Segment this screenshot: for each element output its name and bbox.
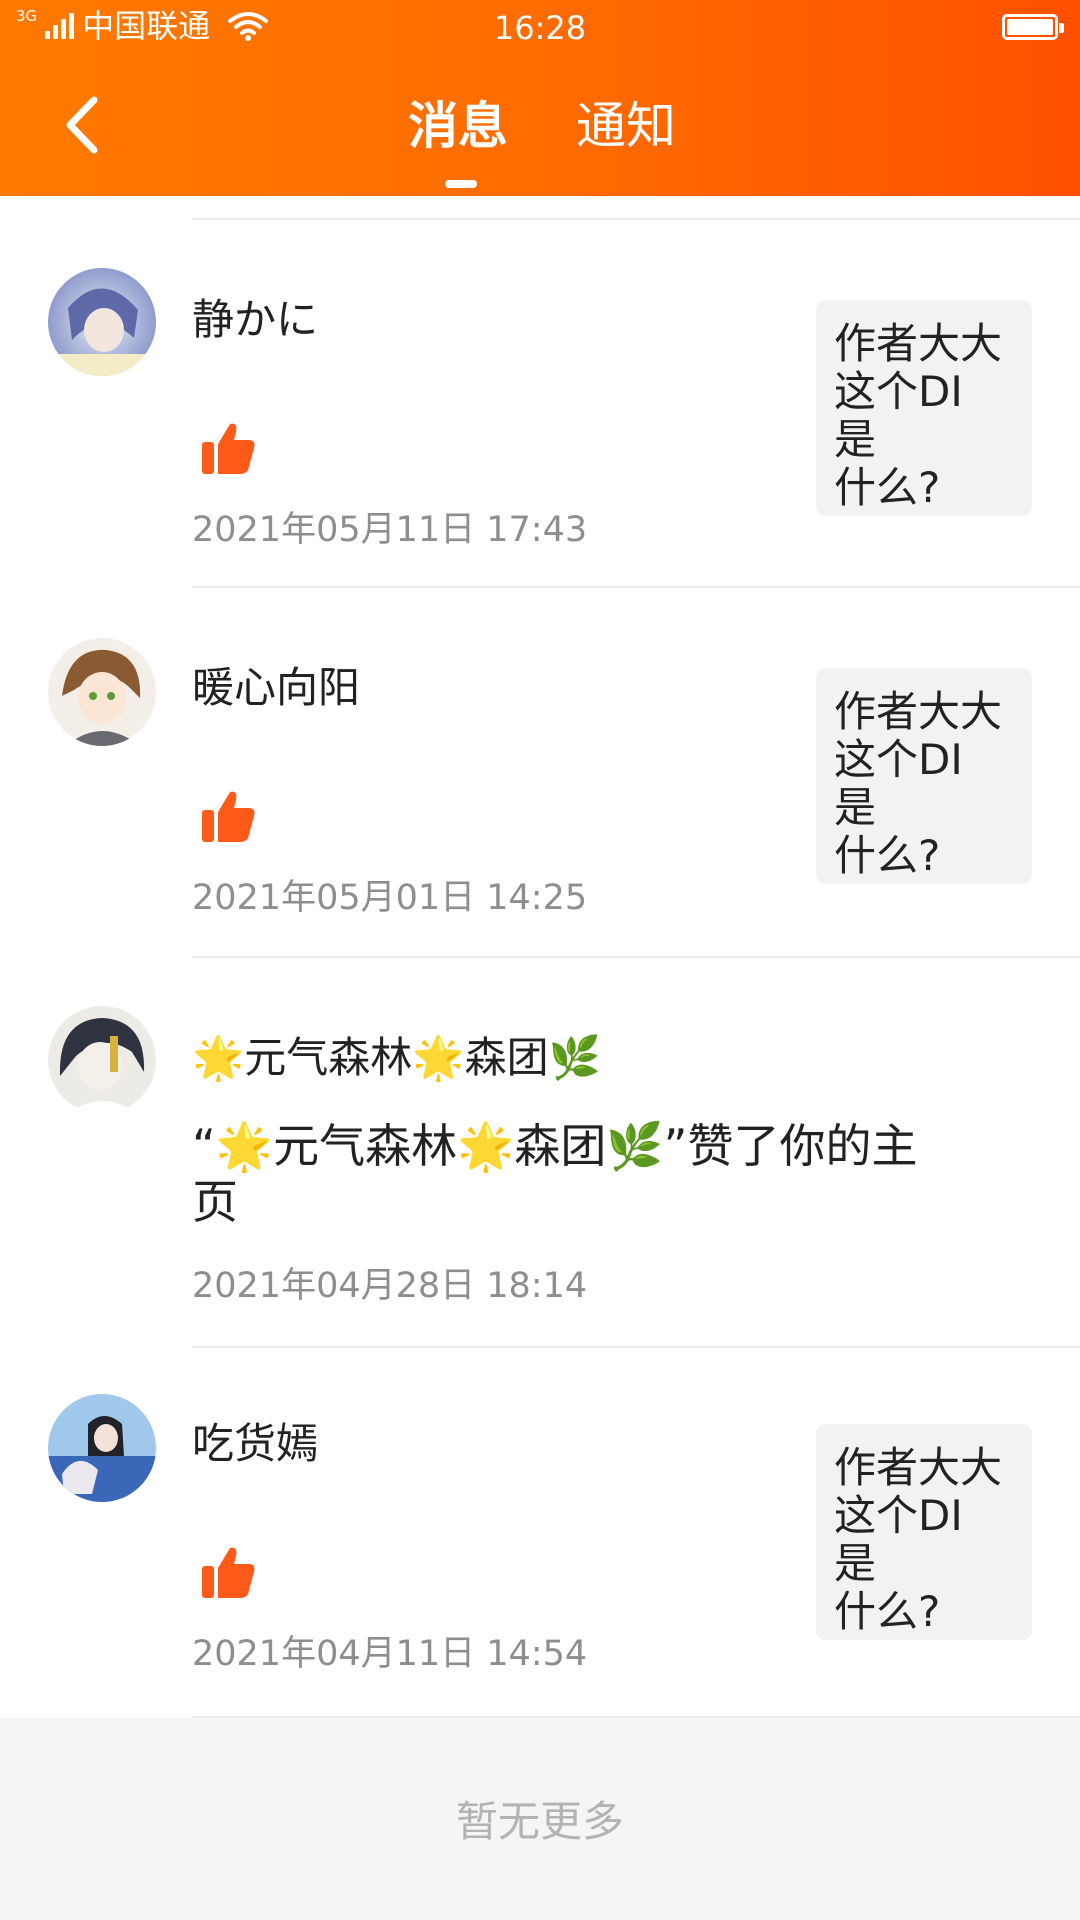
list-footer: 暂无更多 xyxy=(0,1718,1080,1920)
list-item[interactable]: 暖心向阳 2021年05月01日 14:25 作者大大 这个DI 是 什么? xyxy=(0,588,1080,958)
back-button[interactable] xyxy=(52,92,112,158)
quoted-content[interactable]: 作者大大 这个DI 是 什么? xyxy=(816,1424,1032,1640)
username: 🌟元气森林🌟森团🌿 xyxy=(192,1033,601,1082)
list-item[interactable]: 静かに 2021年05月11日 17:43 作者大大 这个DI 是 什么? xyxy=(0,196,1080,588)
thumbs-up-icon xyxy=(202,1547,255,1598)
quoted-content[interactable]: 作者大大 这个DI 是 什么? xyxy=(816,300,1032,516)
avatar-image xyxy=(48,1006,156,1114)
avatar[interactable] xyxy=(48,1394,156,1502)
username: 暖心向阳 xyxy=(192,663,361,712)
username: 吃货嫣 xyxy=(192,1419,319,1468)
battery-icon xyxy=(1002,14,1064,40)
quoted-text: 作者大大 这个DI 是 什么? xyxy=(834,687,1003,880)
tab-messages[interactable]: 消息 xyxy=(408,94,508,158)
timestamp: 2021年05月11日 17:43 xyxy=(192,510,588,550)
clock: 16:28 xyxy=(493,9,587,47)
quoted-text: 作者大大 这个DI 是 什么? xyxy=(834,319,1003,512)
avatar-image xyxy=(48,268,156,376)
avatar-image xyxy=(48,1394,156,1502)
timestamp: 2021年04月11日 14:54 xyxy=(192,1634,588,1674)
quoted-content[interactable]: 作者大大 这个DI 是 什么? xyxy=(816,668,1032,884)
list-item[interactable]: 🌟元气森林🌟森团🌿 “🌟元气森林🌟森团🌿”赞了你的主页 2021年04月28日 … xyxy=(0,958,1080,1348)
no-more-label: 暂无更多 xyxy=(455,1797,624,1846)
thumbs-up-icon xyxy=(202,791,255,842)
thumbs-up-icon xyxy=(202,423,255,474)
avatar[interactable] xyxy=(48,268,156,376)
avatar-image xyxy=(48,638,156,746)
status-bar: 3G 中国联通 16:28 xyxy=(0,0,1080,56)
avatar[interactable] xyxy=(48,1006,156,1114)
list-item[interactable]: 吃货嫣 2021年04月11日 14:54 作者大大 这个DI 是 什么? xyxy=(0,1348,1080,1718)
tab-notifications[interactable]: 通知 xyxy=(576,94,676,158)
avatar[interactable] xyxy=(48,638,156,746)
app-header: 3G 中国联通 16:28 消息 通知 xyxy=(0,0,1080,196)
username: 静かに xyxy=(192,295,319,344)
timestamp: 2021年05月01日 14:25 xyxy=(192,878,588,918)
active-tab-indicator xyxy=(445,180,477,188)
timestamp: 2021年04月28日 18:14 xyxy=(192,1266,588,1306)
quoted-text: 作者大大 这个DI 是 什么? xyxy=(834,1443,1003,1636)
notification-text: “🌟元气森林🌟森团🌿”赞了你的主页 xyxy=(192,1119,918,1229)
chevron-left-icon xyxy=(66,96,98,154)
